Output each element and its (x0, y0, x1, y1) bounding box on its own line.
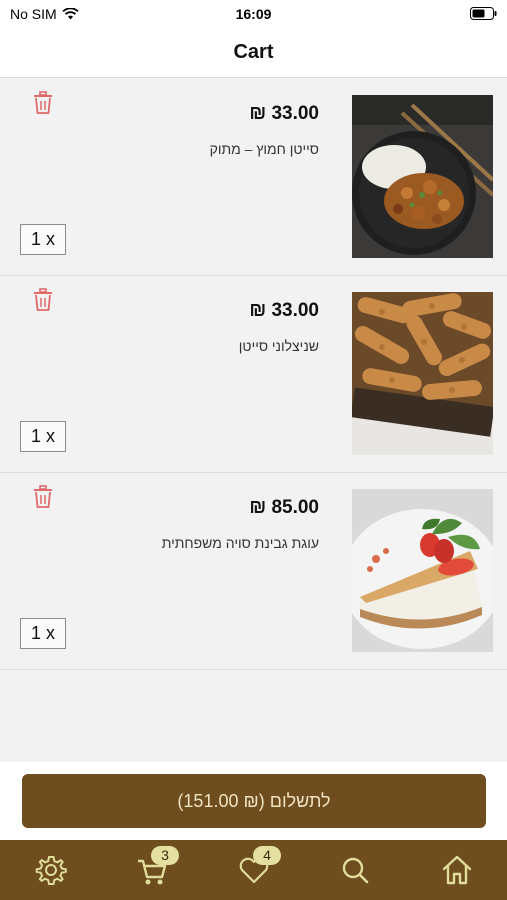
item-price: ₪ 85.00 (249, 497, 319, 518)
checkout-button[interactable]: לתשלום (₪ 151.00) (22, 774, 486, 828)
tab-home[interactable] (440, 853, 474, 887)
tab-cart[interactable]: 3 (135, 846, 179, 887)
cart-item: ₪ 33.00 סייטן חמוץ – מתוק 1 x (0, 79, 507, 276)
favorites-count-badge: 4 (253, 846, 281, 865)
quantity-selector[interactable]: 1 x (20, 224, 66, 255)
tab-search[interactable] (338, 853, 372, 887)
bottom-tab-bar: 3 4 (0, 840, 507, 900)
quantity-selector[interactable]: 1 x (20, 618, 66, 649)
item-name: שניצלוני סייטן (238, 338, 319, 354)
item-name: סייטן חמוץ – מתוק (209, 141, 319, 157)
cart-list: ₪ 33.00 סייטן חמוץ – מתוק 1 x ₪ 33.00 שנ… (0, 79, 507, 670)
trash-icon[interactable] (32, 91, 54, 115)
battery-icon (470, 7, 497, 25)
home-icon (442, 855, 472, 885)
item-price: ₪ 33.00 (249, 103, 319, 124)
search-icon (342, 857, 369, 884)
cart-item: ₪ 33.00 שניצלוני סייטן 1 x (0, 276, 507, 473)
trash-icon[interactable] (32, 485, 54, 509)
product-image-seitan-sweet-sour (352, 95, 493, 258)
product-image-seitan-schnitzel (352, 292, 493, 455)
page-title: Cart (233, 41, 274, 63)
status-bar: No SIM 16:09 (0, 0, 507, 30)
cart-item: ₪ 85.00 עוגת גבינת סויה משפחתית 1 x (0, 473, 507, 670)
tab-favorites[interactable]: 4 (237, 846, 281, 887)
tab-settings[interactable] (34, 853, 68, 887)
trash-icon[interactable] (32, 288, 54, 312)
product-image-soy-cheesecake (352, 489, 493, 652)
checkout-bar: לתשלום (₪ 151.00) (0, 762, 507, 840)
quantity-selector[interactable]: 1 x (20, 421, 66, 452)
status-time: 16:09 (235, 6, 272, 22)
gear-icon (35, 856, 67, 885)
cart-count-badge: 3 (151, 846, 179, 865)
item-price: ₪ 33.00 (249, 300, 319, 321)
nav-header: Cart (0, 30, 507, 78)
item-name: עוגת גבינת סויה משפחתית (161, 535, 319, 551)
